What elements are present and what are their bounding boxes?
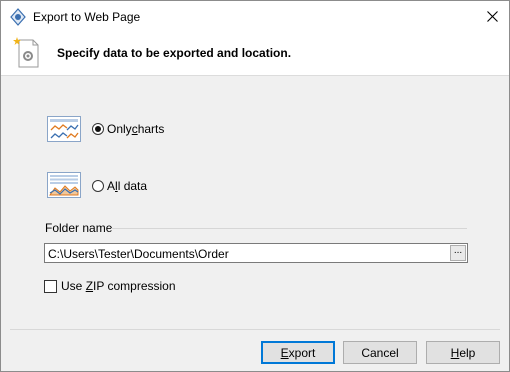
- radio-all-data[interactable]: All data: [92, 178, 147, 194]
- help-button[interactable]: Help: [426, 341, 500, 364]
- all-data-icon: [47, 172, 81, 198]
- browse-folder-button[interactable]: ...: [450, 245, 466, 261]
- radio-all-data-label: All data: [107, 179, 148, 193]
- app-icon: [10, 8, 26, 26]
- footer-divider: [10, 329, 500, 330]
- window-title: Export to Web Page: [33, 10, 141, 24]
- export-wizard-icon: [13, 37, 39, 68]
- radio-only-charts[interactable]: Onlycharts: [92, 121, 164, 137]
- folder-name-label: Folder name: [45, 221, 113, 235]
- export-button[interactable]: Export: [261, 341, 335, 364]
- close-button[interactable]: [475, 1, 509, 32]
- cancel-button[interactable]: Cancel: [343, 341, 417, 364]
- radio-all-data-indicator[interactable]: [92, 180, 104, 192]
- folder-path-input[interactable]: C:\Users\Tester\Documents\Order ...: [44, 243, 468, 263]
- charts-only-icon: [47, 116, 81, 142]
- header-instruction: Specify data to be exported and location…: [57, 46, 292, 60]
- zip-compression-checkbox-row[interactable]: Use ZIP compression: [44, 279, 176, 293]
- dialog-header: Specify data to be exported and location…: [1, 32, 509, 76]
- export-dialog: Export to Web Page Specify data to be ex…: [0, 0, 510, 372]
- zip-compression-checkbox[interactable]: [44, 279, 57, 293]
- zip-compression-label: Use ZIP compression: [61, 279, 176, 293]
- radio-only-charts-indicator[interactable]: [92, 123, 104, 135]
- folder-path-value: C:\Users\Tester\Documents\Order: [48, 247, 229, 261]
- title-bar: Export to Web Page: [1, 1, 509, 32]
- close-icon: [486, 11, 498, 22]
- radio-only-charts-label: Onlycharts: [107, 122, 165, 136]
- folder-group-divider: [111, 228, 467, 229]
